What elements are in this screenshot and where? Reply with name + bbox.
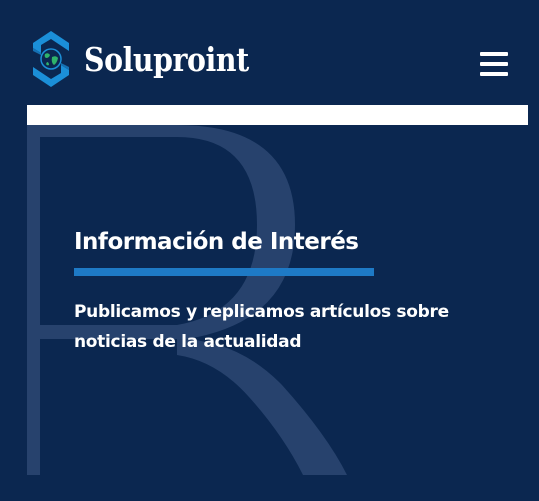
brand-name: Soluproint — [84, 39, 249, 79]
hamburger-menu-icon[interactable] — [480, 51, 510, 77]
page: Soluproint Información de Interés Public… — [0, 0, 539, 501]
brand-logo[interactable]: Soluproint — [27, 27, 276, 91]
hero-description: Publicamos y replicamos artículos sobre … — [74, 302, 449, 352]
header-divider-strip — [27, 105, 528, 125]
menu-bar-bottom — [480, 72, 508, 76]
title-underline — [74, 268, 374, 276]
menu-bar-top — [480, 52, 508, 56]
hero-banner: Información de Interés Publicamos y repl… — [27, 125, 539, 501]
site-header: Soluproint — [0, 0, 539, 105]
menu-bar-middle — [480, 62, 508, 66]
page-title: Información de Interés — [74, 229, 359, 255]
soluproint-logo-icon — [33, 31, 69, 87]
